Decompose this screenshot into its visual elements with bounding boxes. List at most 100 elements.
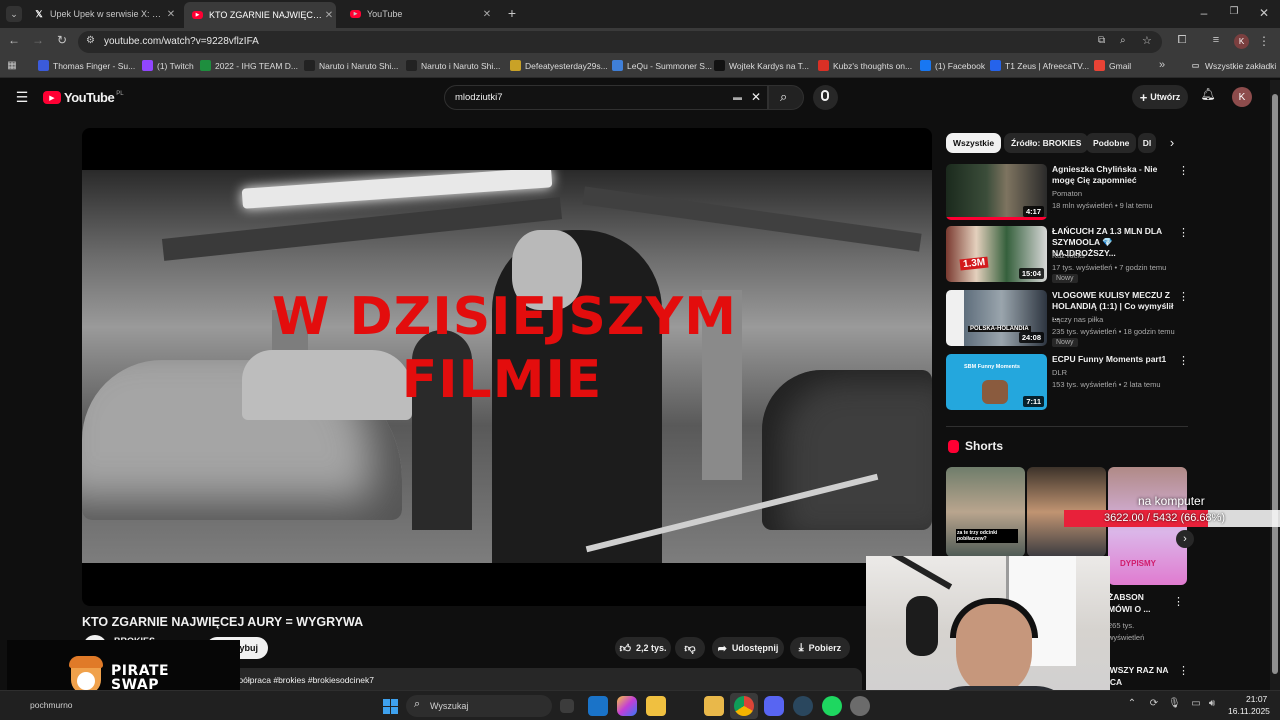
close-window-icon[interactable]: ✕ <box>1256 6 1272 20</box>
more-options-icon[interactable]: ⋮ <box>1178 354 1189 367</box>
bookmark-item[interactable]: Naruto i Naruto Shi... <box>406 60 500 71</box>
spotify-icon[interactable] <box>822 696 842 716</box>
search-input[interactable]: mlodziutki7 ▬ ✕ <box>444 85 768 110</box>
close-icon[interactable]: ✕ <box>164 9 178 20</box>
section-divider <box>946 426 1188 427</box>
menu-kebab-icon[interactable]: ⋮ <box>1258 34 1270 48</box>
download-button[interactable]: ⤓ Pobierz <box>790 637 850 659</box>
create-button[interactable]: + Utwórz <box>1132 85 1188 109</box>
recommendation-item[interactable]: SBM Funny Moments 7:11 ECPU Funny Moment… <box>946 354 1189 412</box>
file-explorer-icon[interactable] <box>646 696 666 716</box>
tab-x[interactable]: 𝕏 Upek Upek w serwisie X: „@yvn ✕ <box>28 4 178 24</box>
apps-grid-icon[interactable]: ▦ <box>6 60 18 71</box>
ceiling-beam <box>161 197 563 261</box>
video-player[interactable]: W DZISIEJSZYM FILMIE <box>82 128 932 606</box>
address-bar[interactable]: ⚙ youtube.com/watch?v=9228vflzIFA ⧉ ⌕ ☆ <box>78 31 1162 53</box>
share-button[interactable]: ➦ Udostępnij <box>712 637 784 659</box>
settings-icon[interactable] <box>850 696 870 716</box>
restore-icon[interactable]: ❐ <box>1226 6 1242 17</box>
short-thumbnail[interactable]: za te trzy odcinki pobiłaczew? <box>946 467 1025 557</box>
chip-more[interactable]: Dl <box>1138 133 1156 153</box>
bookmark-item[interactable]: 2022 - IHG TEAM D... <box>200 60 298 71</box>
tab-search-button[interactable]: ⌄ <box>6 6 22 22</box>
forward-icon[interactable]: → <box>30 33 46 47</box>
like-button[interactable]: 👍︎ 2,2 tys. <box>615 637 671 659</box>
recommendation-item[interactable]: 1.3M 15:04 ŁAŃCUCH ZA 1.3 MLN DLA SZYMOO… <box>946 226 1189 284</box>
bookmark-item[interactable]: Naruto i Naruto Shi... <box>304 60 398 71</box>
bookmark-item[interactable]: Kubz's thoughts on... <box>818 60 912 71</box>
all-bookmarks-folder[interactable]: ▭ Wszystkie zakładki <box>1190 60 1277 71</box>
shorts-title: Shorts <box>965 439 1004 453</box>
close-icon[interactable]: ✕ <box>480 9 494 20</box>
chevron-right-icon[interactable]: › <box>1165 135 1179 150</box>
tab-active-video[interactable]: ▶ KTO ZGARNIE NAJWIĘCEJ AURY ✕ <box>184 2 336 28</box>
chip-related[interactable]: Podobne <box>1086 133 1137 153</box>
sync-icon[interactable]: ⟳ <box>1148 698 1160 709</box>
windows-search-box[interactable]: ⌕ Wyszukaj <box>406 695 552 717</box>
more-options-icon[interactable]: ⋮ <box>1178 226 1189 239</box>
chip-source[interactable]: Źródło: BROKIES <box>1004 133 1089 153</box>
microphone-tray-icon[interactable]: 🎙︎ <box>1168 698 1181 709</box>
clock-time[interactable]: 21:07 <box>1246 694 1267 704</box>
display-icon[interactable]: ▭ <box>1190 698 1202 709</box>
tray-overflow-icon[interactable]: ⌃ <box>1126 698 1138 709</box>
account-avatar[interactable]: K <box>1232 87 1252 107</box>
bookmark-item[interactable]: Wojtek Kardys na T... <box>714 60 809 71</box>
bookmark-item[interactable]: LeQu - Summoner S... <box>612 60 712 71</box>
shorts-next-button[interactable]: › <box>1176 530 1194 548</box>
more-options-icon[interactable]: ⋮ <box>1173 595 1184 608</box>
donation-goal-bar: 3622.00 / 5432 (66.68%) <box>1064 510 1280 527</box>
voice-search-button[interactable] <box>813 85 838 110</box>
bookmark-item[interactable]: (1) Facebook <box>920 60 985 71</box>
zoom-icon[interactable]: ⌕ <box>1120 35 1126 46</box>
volume-icon[interactable]: 🔊︎ <box>1206 698 1218 709</box>
clear-search-icon[interactable]: ✕ <box>751 90 761 104</box>
scrollbar-thumb[interactable] <box>1272 94 1278 674</box>
bookmark-item[interactable]: Gmail <box>1094 60 1131 71</box>
bookmark-item[interactable]: Thomas Finger - Su... <box>38 60 135 71</box>
copilot-icon[interactable] <box>617 696 637 716</box>
install-app-icon[interactable]: ⧉ <box>1098 35 1105 46</box>
short-title[interactable]: ŻABSON MÓWI O ... <box>1108 591 1164 615</box>
chrome-icon[interactable] <box>734 696 754 716</box>
new-tab-button[interactable]: + <box>504 6 520 20</box>
search-button[interactable]: ⌕ <box>768 85 804 110</box>
bookmark-label: 2022 - IHG TEAM D... <box>215 60 298 71</box>
reload-icon[interactable]: ↻ <box>54 33 70 47</box>
more-options-icon[interactable]: ⋮ <box>1178 290 1189 303</box>
keyboard-icon[interactable]: ▬ <box>733 92 742 102</box>
outlook-icon[interactable] <box>588 696 608 716</box>
weather-widget[interactable]: pochmurno <box>30 700 73 710</box>
hamburger-menu-icon[interactable]: ☰ <box>14 89 30 106</box>
youtube-logo[interactable]: ▶ YouTube PL <box>43 90 124 105</box>
notifications-bell-icon[interactable]: 🔔︎ <box>1200 87 1216 101</box>
minimize-icon[interactable]: – <box>1196 6 1212 20</box>
bookmark-item[interactable]: (1) Twitch <box>142 60 194 71</box>
more-options-icon[interactable]: ⋮ <box>1178 664 1189 677</box>
back-icon[interactable]: ← <box>6 33 22 47</box>
windows-start-icon[interactable] <box>380 696 400 716</box>
close-icon[interactable]: ✕ <box>322 10 336 21</box>
bookmark-item[interactable]: T1 Zeus | AfreecaTV... <box>990 60 1089 71</box>
chip-all[interactable]: Wszystkie <box>946 133 1002 153</box>
recommendation-item[interactable]: 4:17 Agnieszka Chylińska - Nie mogę Cię … <box>946 164 1189 222</box>
bookmark-item[interactable]: Defeatyesterday29s... <box>510 60 608 71</box>
recommendation-item[interactable]: POLSKA-HOLANDIA 24:08 VLOGOWE KULISY MEC… <box>946 290 1189 348</box>
more-options-icon[interactable]: ⋮ <box>1178 164 1189 177</box>
discord-icon[interactable] <box>764 696 784 716</box>
steam-icon[interactable] <box>793 696 813 716</box>
photos-icon[interactable] <box>704 696 724 716</box>
tab-youtube[interactable]: ▶ YouTube ✕ <box>342 4 494 24</box>
media-controls-icon[interactable]: ≡ <box>1208 34 1224 46</box>
profile-avatar[interactable]: K <box>1234 34 1249 49</box>
site-info-icon[interactable]: ⚙ <box>86 35 95 46</box>
bookmark-star-icon[interactable]: ☆ <box>1142 34 1152 47</box>
clock-date[interactable]: 16.11.2025 <box>1228 706 1270 716</box>
dislike-button[interactable]: 👎︎ <box>675 637 705 659</box>
more-bookmarks-icon[interactable]: » <box>1156 59 1168 71</box>
extensions-icon[interactable]: ⧠ <box>1174 34 1190 47</box>
page-scrollbar[interactable] <box>1270 80 1280 690</box>
youtube-icon: ▶ <box>350 10 361 18</box>
task-view-icon[interactable] <box>560 699 574 713</box>
bookmark-label: LeQu - Summoner S... <box>627 60 713 71</box>
